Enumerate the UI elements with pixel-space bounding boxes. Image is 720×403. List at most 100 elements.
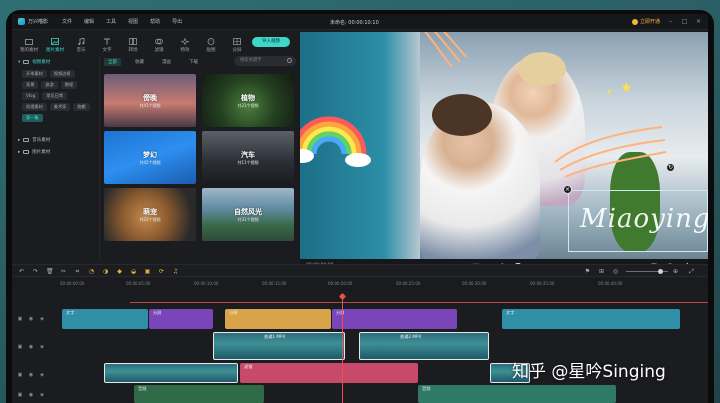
undo-icon[interactable]: ↶ bbox=[18, 268, 25, 275]
mask-icon[interactable]: ◒ bbox=[130, 268, 137, 275]
media-tile[interactable]: 萌宠 共23个视频 bbox=[104, 188, 196, 241]
playhead[interactable] bbox=[342, 298, 343, 403]
tree-item-video-media[interactable]: ▾ 视频素材 bbox=[12, 56, 99, 68]
tab-music[interactable]: 音乐 bbox=[70, 38, 92, 53]
menu-help[interactable]: 帮助 bbox=[150, 18, 160, 25]
vip-label: 立即开通 bbox=[639, 19, 660, 25]
tab-stock-media[interactable]: 图片素材 bbox=[44, 38, 66, 53]
minimize-icon[interactable]: – bbox=[667, 18, 674, 25]
chip-category[interactable]: 常见日常 bbox=[42, 92, 68, 100]
chip-category[interactable]: Vlog bbox=[22, 92, 40, 100]
mute-icon[interactable]: ◈ bbox=[39, 316, 45, 322]
chip-category[interactable]: 旅游 bbox=[41, 81, 58, 89]
eye-icon[interactable]: ◉ bbox=[28, 344, 34, 350]
tab-split-screen[interactable]: 分屏 bbox=[226, 38, 248, 53]
green-screen-icon[interactable]: ▣ bbox=[144, 268, 151, 275]
media-tile[interactable]: 汽车 共11个视频 bbox=[202, 131, 294, 184]
subtab-all[interactable]: 全部 bbox=[104, 58, 121, 66]
text-clip[interactable]: 文字 bbox=[62, 309, 148, 329]
fit-icon[interactable]: ⤢ bbox=[688, 268, 695, 275]
close-icon[interactable]: × bbox=[695, 18, 702, 25]
search-input[interactable]: 搜索关键字 bbox=[234, 56, 296, 66]
menu-edit[interactable]: 编辑 bbox=[84, 18, 94, 25]
audio-clip[interactable]: 音频 bbox=[418, 385, 616, 403]
subtab-favorites[interactable]: 收藏 bbox=[131, 58, 148, 66]
menu-view[interactable]: 视图 bbox=[128, 18, 138, 25]
menu-export[interactable]: 导出 bbox=[172, 18, 182, 25]
chip-category[interactable]: 背景 bbox=[22, 81, 39, 89]
record-icon[interactable]: ◎ bbox=[612, 268, 619, 275]
mute-icon[interactable]: ◈ bbox=[39, 392, 45, 398]
zoom-in-icon[interactable]: ⊕ bbox=[672, 268, 679, 275]
text-clip[interactable]: 文字 bbox=[502, 309, 680, 329]
tab-my-media[interactable]: 我的素材 bbox=[18, 38, 40, 53]
subtab-comics[interactable]: 漫画 bbox=[158, 58, 175, 66]
vip-button[interactable]: 立即开通 bbox=[631, 18, 660, 25]
menu-tools[interactable]: 工具 bbox=[106, 18, 116, 25]
redo-icon[interactable]: ↷ bbox=[32, 268, 39, 275]
video-clip[interactable]: 普通1.MP4 bbox=[213, 332, 345, 360]
media-tile[interactable]: 植物 共21个视频 bbox=[202, 74, 294, 127]
zoom-slider-knob[interactable] bbox=[658, 269, 663, 274]
chip-category[interactable]: 美术家 bbox=[49, 103, 71, 111]
tree-item-music[interactable]: ▸ 音乐素材 bbox=[12, 134, 99, 146]
motion-icon[interactable]: ⟳ bbox=[158, 268, 165, 275]
lock-icon[interactable]: ▣ bbox=[17, 392, 23, 398]
rainbow-sticker[interactable] bbox=[300, 94, 374, 174]
split-clip[interactable]: 分屏 bbox=[332, 309, 457, 329]
tab-filters[interactable]: 滤镜 bbox=[148, 38, 170, 53]
wings-sticker[interactable] bbox=[550, 122, 668, 182]
keyframe-icon[interactable]: ◆ bbox=[116, 268, 123, 275]
audio-edit-icon[interactable]: ♫ bbox=[172, 268, 179, 275]
tab-stickers[interactable]: 贴图 bbox=[200, 38, 222, 53]
color-icon[interactable]: ◑ bbox=[102, 268, 109, 275]
eye-icon[interactable]: ◉ bbox=[28, 372, 34, 378]
chip-category[interactable]: 视频边框 bbox=[49, 70, 75, 78]
chip-category[interactable]: 跑搬 bbox=[73, 103, 90, 111]
delete-handle-icon[interactable]: × bbox=[563, 185, 572, 194]
video-clip[interactable] bbox=[104, 363, 238, 383]
app-logo: 万兴喵影 bbox=[18, 18, 58, 25]
lock-icon[interactable]: ▣ bbox=[17, 316, 23, 322]
rotate-handle-icon[interactable]: ↻ bbox=[666, 163, 675, 172]
tab-text[interactable]: 文字 bbox=[96, 38, 118, 53]
audio-clip[interactable]: 音频 bbox=[134, 385, 264, 403]
wings-sticker[interactable] bbox=[402, 32, 472, 82]
overlay-text[interactable]: Miaoying bbox=[580, 204, 708, 234]
eye-icon[interactable]: ◉ bbox=[28, 392, 34, 398]
media-tile[interactable]: 梦幻 共42个视频 bbox=[104, 131, 196, 184]
split-clip[interactable]: 分屏 bbox=[225, 309, 331, 329]
star-sticker[interactable]: ★ bbox=[606, 88, 612, 96]
timeline-ruler[interactable]: 00:00:00:00 00:00:05:00 00:00:10:00 00:0… bbox=[12, 278, 708, 290]
star-sticker[interactable]: ★ bbox=[620, 80, 633, 96]
snap-icon[interactable]: ⊞ bbox=[598, 268, 605, 275]
crop-icon[interactable]: ⌗ bbox=[74, 268, 81, 275]
tab-effects[interactable]: 特效 bbox=[174, 38, 196, 53]
tree-item-images[interactable]: ▸ 图片素材 bbox=[12, 146, 99, 158]
preview-video[interactable]: ★ ★ × ↻ Miaoying bbox=[300, 32, 708, 259]
tab-transitions[interactable]: 转场 bbox=[122, 38, 144, 53]
chip-category[interactable]: 纹理素材 bbox=[22, 103, 47, 111]
category-chips: 开季素材 视频边框 背景 旅游 教程 Vlog 常见日常 纹理素材 美术家 跑搬… bbox=[12, 68, 99, 126]
chip-category-selected[interactable]: 第一集 bbox=[22, 114, 43, 122]
split-icon[interactable]: ✂ bbox=[60, 268, 67, 275]
media-tile[interactable]: 傍晚 共41个视频 bbox=[104, 74, 196, 127]
import-video-button[interactable]: 导入视频 bbox=[252, 37, 290, 47]
mute-icon[interactable]: ◈ bbox=[39, 344, 45, 350]
subtab-downloads[interactable]: 下载 bbox=[185, 58, 202, 66]
filter-clip[interactable]: 滤镜 bbox=[240, 363, 418, 383]
delete-icon[interactable]: 🗑 bbox=[46, 268, 54, 275]
speed-icon[interactable]: ◔ bbox=[88, 268, 95, 275]
chip-category[interactable]: 开季素材 bbox=[22, 70, 47, 78]
mute-icon[interactable]: ◈ bbox=[39, 372, 45, 378]
split-clip[interactable]: 分屏 bbox=[149, 309, 213, 329]
lock-icon[interactable]: ▣ bbox=[17, 372, 23, 378]
eye-icon[interactable]: ◉ bbox=[28, 316, 34, 322]
maximize-icon[interactable]: □ bbox=[681, 18, 688, 25]
mark-icon[interactable]: ⚑ bbox=[584, 268, 591, 275]
media-tile[interactable]: 自然风光 共31个视频 bbox=[202, 188, 294, 241]
video-clip[interactable]: 普通2.MP4 bbox=[359, 332, 489, 360]
lock-icon[interactable]: ▣ bbox=[17, 344, 23, 350]
menu-file[interactable]: 文件 bbox=[62, 18, 72, 25]
chip-category[interactable]: 教程 bbox=[60, 81, 78, 89]
